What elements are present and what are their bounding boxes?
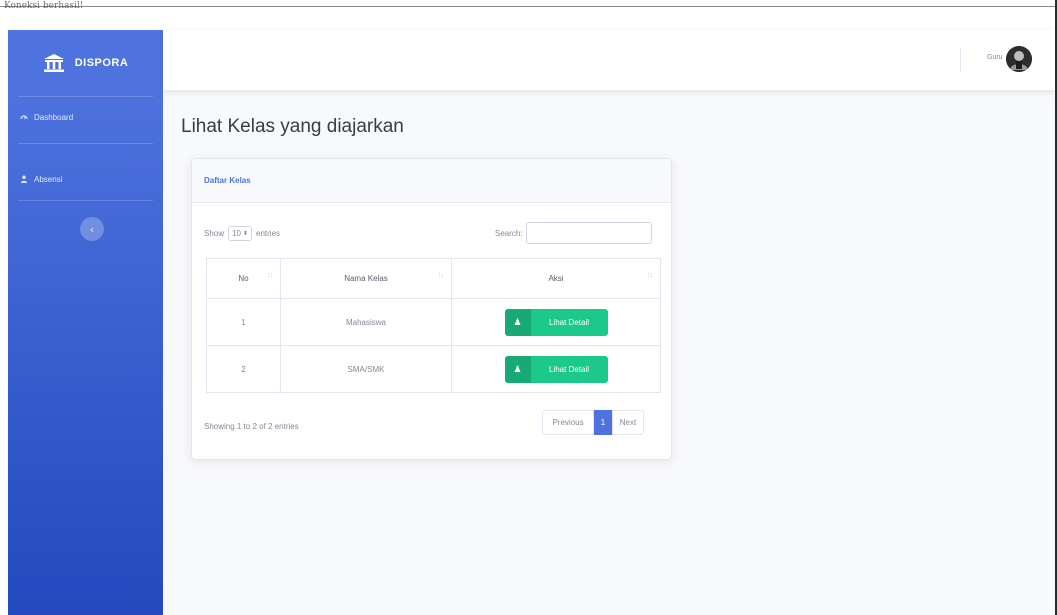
table-row: 1 Mahasiswa ♟ Lihat Detail [206,298,661,346]
select-caret-icon: ⬍ [242,231,249,237]
topbar: Guru [163,30,1055,90]
table-info: Showing 1 to 2 of 2 entries [204,422,299,431]
page-length-value: 10 [232,229,241,238]
page-length-select[interactable]: 10 ⬍ [228,226,253,241]
cell-aksi: ♟ Lihat Detail [451,345,661,393]
connection-alert: Koneksi berhasil! [0,0,1057,30]
chevron-left-icon: ‹ [89,222,95,236]
card-header: Daftar Kelas [192,159,671,203]
pagination-page-1[interactable]: 1 [594,410,612,435]
user-avatar-icon [1006,46,1032,72]
class-list-card: Daftar Kelas Show 10 ⬍ entries Search: N… [191,158,672,460]
cell-nama-kelas: Mahasiswa [280,298,452,346]
entries-label: entries [256,229,281,238]
landmark-icon [43,54,64,72]
sidebar-brand[interactable]: DISPORA [8,30,163,96]
lihat-detail-button[interactable]: ♟ Lihat Detail [504,355,608,383]
search-control: Search: [495,222,652,244]
sidebar-item-absensi[interactable]: Absensi [20,171,62,187]
card-title: Daftar Kelas [204,176,251,185]
sidebar-divider [18,200,153,201]
topbar-divider [960,48,961,72]
search-label: Search: [495,228,523,238]
cell-no: 2 [206,345,281,393]
sidebar-divider [18,143,153,144]
column-header-no[interactable]: No ↑↓ [206,258,281,299]
show-label: Show [204,229,225,238]
pagination: Previous 1 Next [542,410,644,435]
column-header-aksi[interactable]: Aksi ↑↓ [451,258,661,299]
sidebar: DISPORA Dashboard Absensi ‹ [8,30,163,615]
avatar[interactable] [1006,46,1032,72]
sidebar-toggle-button[interactable]: ‹ [80,217,104,241]
sort-icon: ↑↓ [438,272,444,279]
sort-icon: ↑↓ [647,272,653,279]
user-icon: ♟ [504,308,531,336]
sidebar-item-label: Dashboard [34,112,74,122]
button-label: Lihat Detail [548,364,590,374]
button-label: Lihat Detail [548,317,590,327]
table-header-row: No ↑↓ Nama Kelas ↑↓ Aksi ↑↓ [206,258,661,299]
page-length-control: Show 10 ⬍ entries [204,226,280,241]
pagination-previous[interactable]: Previous [542,410,594,435]
user-icon: ♟ [504,355,531,383]
cell-nama-kelas: SMA/SMK [280,345,452,393]
class-table: No ↑↓ Nama Kelas ↑↓ Aksi ↑↓ 1 Mahasiswa … [206,258,661,393]
page-title: Lihat Kelas yang diajarkan [181,116,404,137]
sort-icon: ↑↓ [267,272,273,279]
tachometer-icon [20,115,28,120]
sidebar-divider [18,96,153,97]
main-content: Guru Lihat Kelas yang diajarkan Daftar K… [163,30,1055,615]
sidebar-item-label: Absensi [34,174,63,184]
brand-name: DISPORA [74,57,129,69]
table-row: 2 SMA/SMK ♟ Lihat Detail [206,345,661,393]
pagination-next[interactable]: Next [612,410,644,435]
window-edge-top [0,6,1057,7]
user-name[interactable]: Guru [987,54,1003,61]
sidebar-item-dashboard[interactable]: Dashboard [20,109,73,125]
cell-no: 1 [206,298,281,346]
cell-aksi: ♟ Lihat Detail [451,298,661,346]
lihat-detail-button[interactable]: ♟ Lihat Detail [504,308,608,336]
search-input[interactable] [525,222,652,244]
user-icon [20,175,28,183]
column-header-nama-kelas[interactable]: Nama Kelas ↑↓ [280,258,452,299]
